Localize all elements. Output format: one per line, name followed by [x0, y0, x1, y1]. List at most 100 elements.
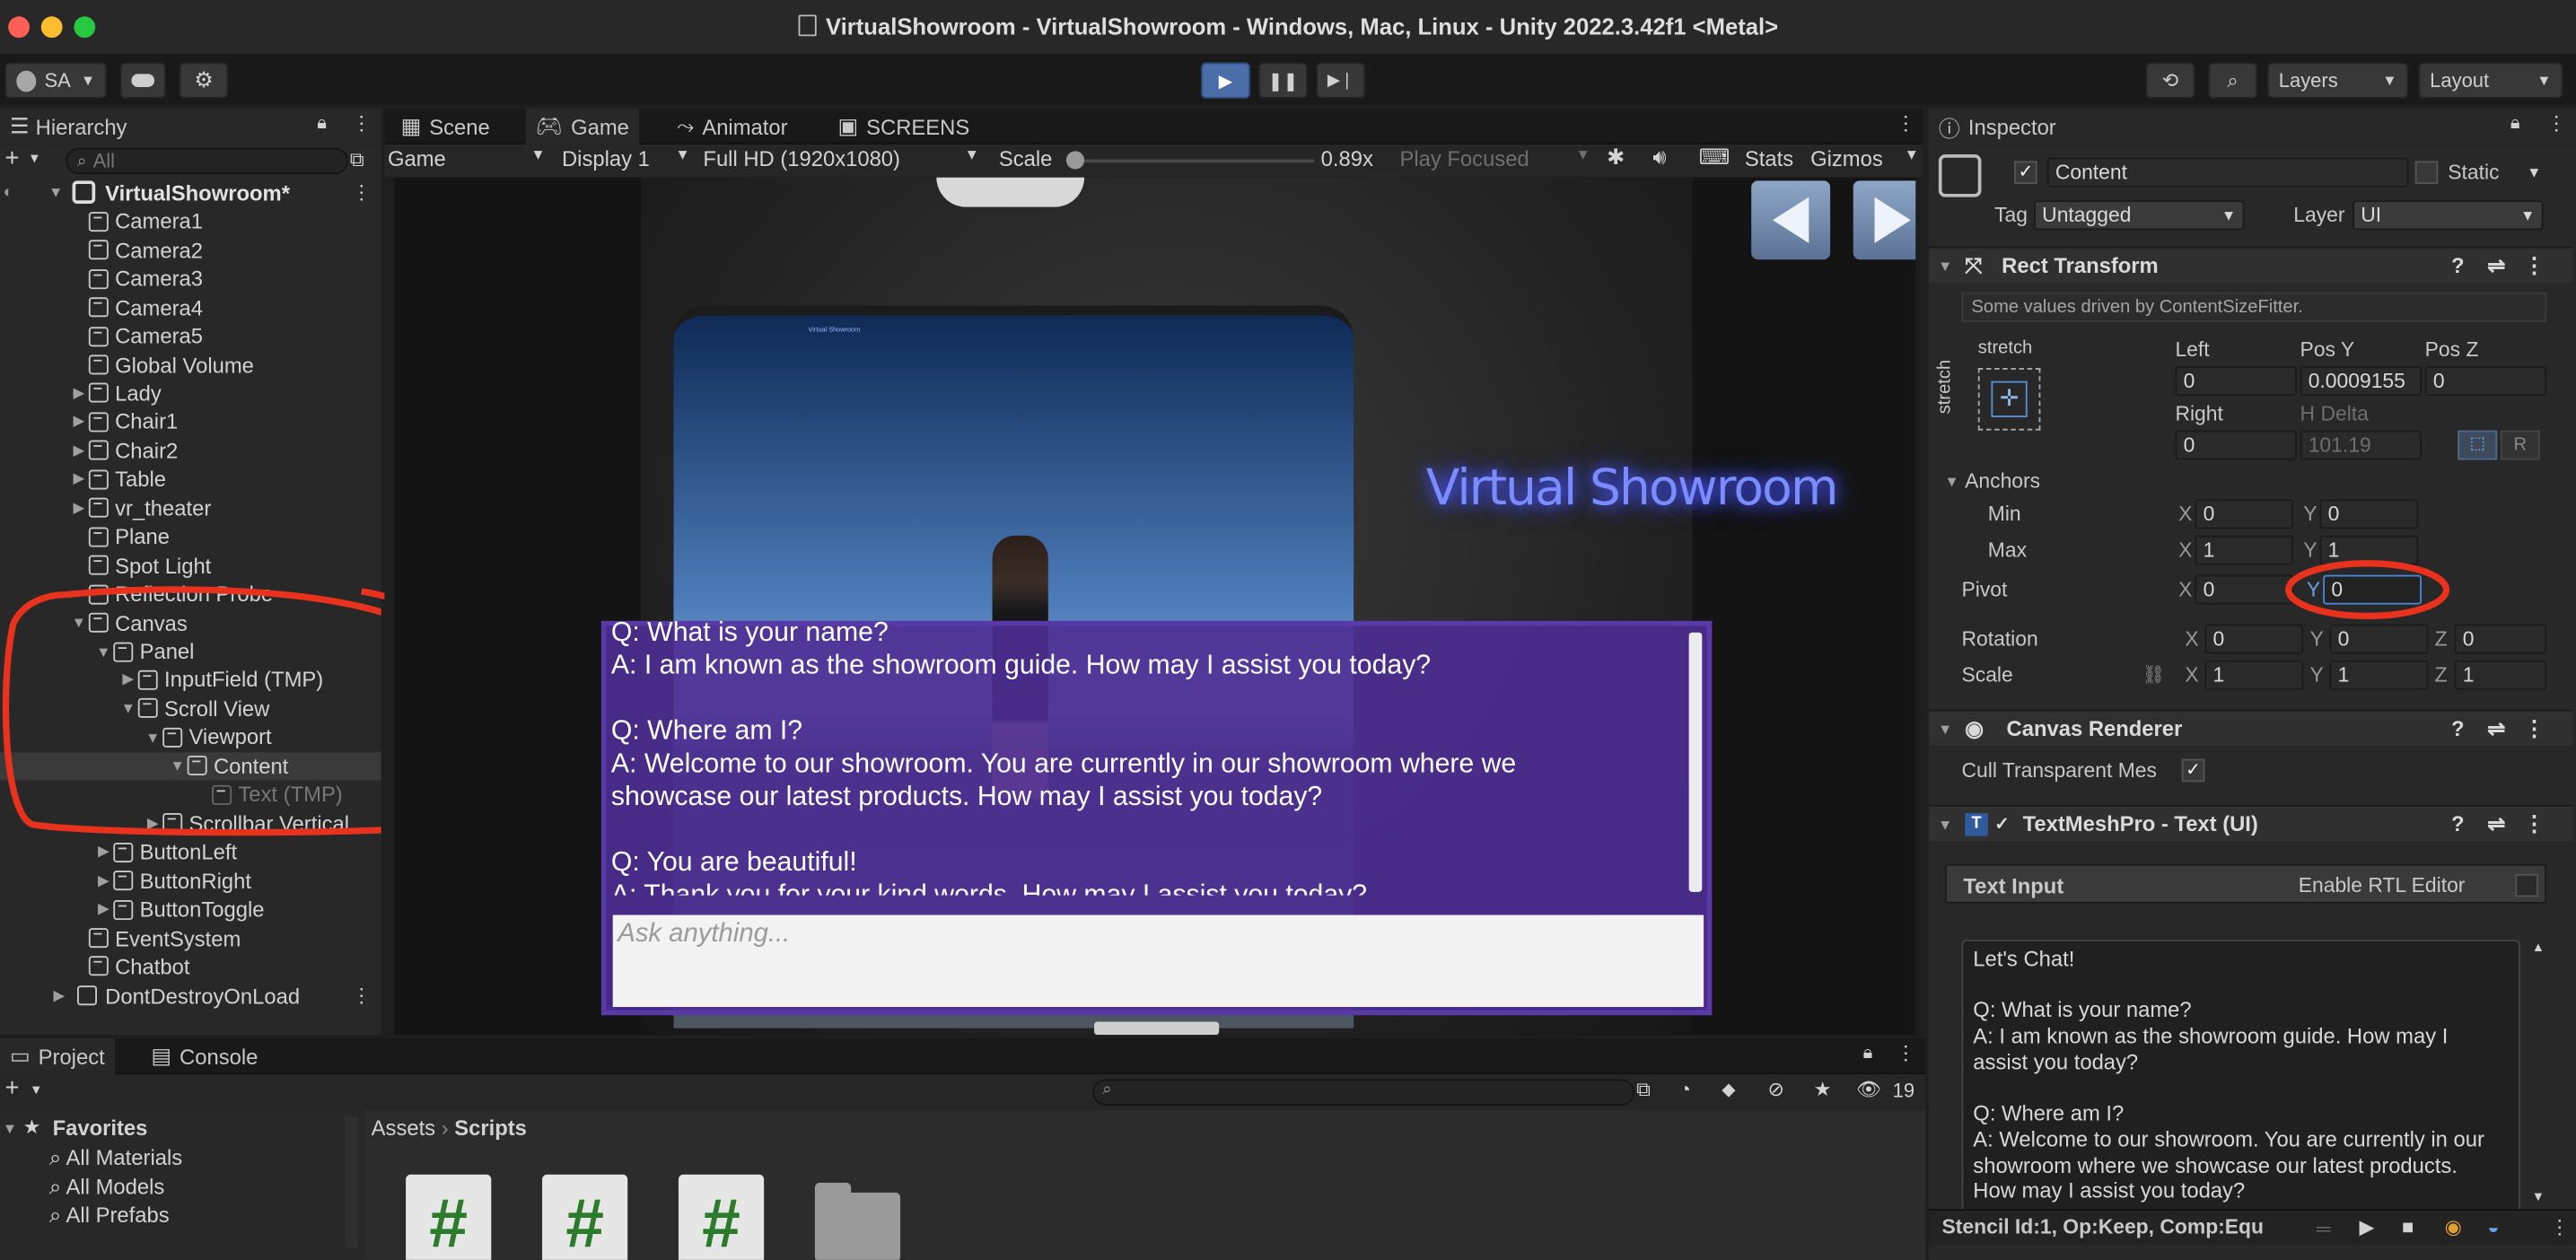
- play-icon[interactable]: ▶: [2359, 1215, 2374, 1238]
- more-icon[interactable]: ⋮: [2523, 810, 2545, 836]
- favorite-all-materials[interactable]: ⌕ All Materials: [49, 1143, 182, 1172]
- hierarchy-item[interactable]: ▶ Chair2: [0, 436, 381, 465]
- rect-transform-header[interactable]: ▼ ⤧ Rect Transform ? ⇌ ⋮: [1928, 246, 2573, 283]
- script-asset-2[interactable]: #: [542, 1174, 628, 1260]
- stats-button[interactable]: Stats: [1745, 146, 1793, 171]
- preset-icon[interactable]: ⇌: [2487, 715, 2505, 741]
- star-icon[interactable]: ★: [1814, 1078, 1832, 1101]
- lock-icon[interactable]: 🔒︎: [317, 113, 327, 135]
- cloud-button[interactable]: [119, 62, 166, 99]
- label-icon[interactable]: ⬥: [1722, 1078, 1735, 1102]
- tab-inspector[interactable]: ⓘ Inspector: [1928, 108, 2576, 145]
- gizmos-dropdown[interactable]: Gizmos ▼: [1810, 146, 1919, 171]
- active-checkbox[interactable]: ✓: [2014, 161, 2037, 185]
- max-x-field[interactable]: 1: [2195, 535, 2294, 565]
- chevron-right-icon[interactable]: ▶: [69, 442, 89, 459]
- lock-icon[interactable]: 🔒︎: [1863, 1043, 1873, 1064]
- hierarchy-item[interactable]: Camera5: [0, 321, 381, 350]
- hierarchy-item[interactable]: ▶ ButtonRight: [0, 866, 381, 895]
- toggle-handle[interactable]: [1094, 1021, 1220, 1036]
- chevron-down-icon[interactable]: ▼: [0, 1120, 20, 1136]
- rotation-z-field[interactable]: 0: [2454, 624, 2547, 654]
- hierarchy-item[interactable]: ▶ Lady: [0, 379, 381, 407]
- hierarchy-item[interactable]: Camera4: [0, 293, 381, 321]
- search-filter-icon[interactable]: ⧉: [1636, 1078, 1651, 1102]
- resolution-dropdown[interactable]: Full HD (1920x1080) ▼: [703, 146, 979, 171]
- scale-slider-handle[interactable]: [1065, 151, 1085, 170]
- layer-dropdown[interactable]: UI ▼: [2353, 200, 2544, 231]
- chevron-down-icon[interactable]: ▼: [1942, 473, 1962, 489]
- favorite-all-models[interactable]: ⌕ All Models: [49, 1172, 182, 1201]
- shader-icon[interactable]: ◉: [2445, 1215, 2462, 1238]
- scale-x-field[interactable]: 1: [2204, 660, 2304, 690]
- hierarchy-item[interactable]: Camera3: [0, 264, 381, 293]
- posz-field[interactable]: 0: [2424, 366, 2547, 397]
- chevron-right-icon[interactable]: ▶: [93, 900, 113, 918]
- preset-icon[interactable]: ⇌: [2487, 252, 2505, 278]
- chevron-down-icon[interactable]: ▼: [28, 151, 41, 165]
- chevron-right-icon[interactable]: ▶: [69, 384, 89, 402]
- left-field[interactable]: 0: [2175, 366, 2297, 397]
- breadcrumb-scripts[interactable]: Scripts: [454, 1116, 527, 1140]
- hierarchy-item[interactable]: Plane: [0, 522, 381, 551]
- add-icon[interactable]: +: [4, 144, 19, 172]
- help-icon[interactable]: ?: [2451, 716, 2465, 740]
- tab-console[interactable]: ▤ Console: [141, 1038, 267, 1074]
- chat-scrollbar[interactable]: [1688, 632, 1703, 892]
- search-filter-icon[interactable]: ⧉: [350, 148, 364, 172]
- layers-dropdown[interactable]: Layers ▼: [2266, 62, 2409, 99]
- hierarchy-item[interactable]: ▶ ButtonToggle: [0, 895, 381, 923]
- posy-field[interactable]: 0.0009155: [2300, 366, 2423, 397]
- chevron-right-icon[interactable]: ▶: [69, 470, 89, 488]
- play-focused-dropdown[interactable]: Play Focused ▼: [1400, 146, 1590, 171]
- search-button[interactable]: ⌕: [2208, 62, 2257, 99]
- nav-right-button[interactable]: [1853, 180, 1916, 260]
- preset-icon[interactable]: ⇌: [2487, 810, 2505, 836]
- rotation-y-field[interactable]: 0: [2329, 624, 2429, 654]
- lock-icon[interactable]: 🔒︎: [2510, 113, 2520, 135]
- chevron-right-icon[interactable]: ▶: [93, 871, 113, 889]
- keyboard-icon[interactable]: ⌨: [1699, 144, 1730, 171]
- chevron-down-icon[interactable]: ▼: [2527, 164, 2541, 180]
- tmp-header[interactable]: ▼ T ✓ TextMeshPro - Text (UI) ? ⇌ ⋮: [1928, 804, 2573, 842]
- step-button[interactable]: ▶❘: [1316, 62, 1366, 99]
- rotation-x-field[interactable]: 0: [2204, 624, 2304, 654]
- rtl-checkbox[interactable]: [2515, 873, 2538, 897]
- right-field[interactable]: 0: [2175, 430, 2297, 460]
- nav-left-button[interactable]: [1751, 180, 1831, 260]
- more-icon[interactable]: ⋮: [2550, 1215, 2570, 1238]
- hierarchy-item[interactable]: Global Volume: [0, 350, 381, 379]
- anchor-preset-button[interactable]: ✛: [1977, 368, 2041, 431]
- display-dropdown[interactable]: Display 1 ▼: [562, 146, 690, 171]
- cull-checkbox[interactable]: ✓: [2181, 758, 2205, 783]
- chat-scroll-view[interactable]: Q: What is your name? A: I am known as th…: [611, 616, 1679, 895]
- hierarchy-item[interactable]: Camera2: [0, 236, 381, 265]
- hierarchy-item[interactable]: EventSystem: [0, 923, 381, 952]
- blueprint-mode-button[interactable]: ⬚: [2458, 430, 2498, 460]
- chevron-right-icon[interactable]: ▶: [69, 413, 89, 431]
- hdelta-field[interactable]: 101.19: [2300, 430, 2423, 460]
- audio-icon[interactable]: 🔊︎: [1652, 144, 1666, 171]
- hierarchy-item[interactable]: ▶ vr_theater: [0, 494, 381, 522]
- hierarchy-item[interactable]: Camera1: [0, 207, 381, 236]
- pivot-x-field[interactable]: 0: [2195, 574, 2294, 605]
- script-asset-1[interactable]: #: [406, 1174, 492, 1260]
- chevron-down-icon[interactable]: ▼: [46, 184, 66, 200]
- type-filter-icon[interactable]: ◔: [1679, 1078, 1691, 1101]
- warning-icon[interactable]: ⊘: [1768, 1078, 1784, 1101]
- folder-asset[interactable]: [814, 1182, 901, 1260]
- min-x-field[interactable]: 0: [2195, 499, 2294, 529]
- more-icon[interactable]: ⋮: [352, 180, 372, 204]
- history-button[interactable]: ⟲: [2145, 62, 2195, 99]
- script-asset-3[interactable]: #: [678, 1174, 765, 1260]
- add-icon[interactable]: +: [4, 1074, 19, 1102]
- more-icon[interactable]: ⋮: [2546, 111, 2566, 135]
- hierarchy-item[interactable]: ▶ Chair1: [0, 407, 381, 436]
- more-icon[interactable]: ⋮: [2523, 715, 2545, 741]
- favorites-scrollbar[interactable]: [345, 1116, 359, 1249]
- tab-screens[interactable]: ▣ SCREENS: [828, 109, 980, 144]
- object-name-field[interactable]: Content: [2046, 157, 2409, 188]
- tag-dropdown[interactable]: Untagged ▼: [2034, 200, 2245, 231]
- scene-visibility-icon[interactable]: ◐: [4, 183, 13, 201]
- game-mode-dropdown[interactable]: Game ▼: [388, 146, 546, 171]
